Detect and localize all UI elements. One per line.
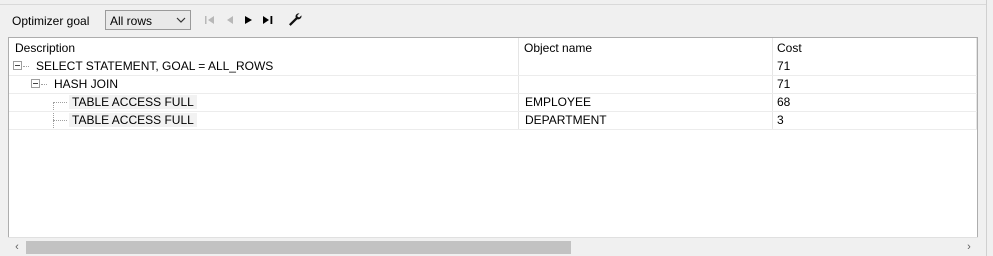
execution-plan-tree[interactable]: Description Object name Cost SELECT STAT… bbox=[8, 37, 978, 256]
column-header: Description Object name Cost bbox=[9, 38, 977, 57]
scroll-right-icon[interactable]: › bbox=[964, 241, 974, 253]
plan-cost: 68 bbox=[777, 95, 791, 109]
next-icon[interactable] bbox=[242, 14, 256, 26]
column-description-header[interactable]: Description bbox=[15, 41, 75, 55]
tree-connector bbox=[41, 84, 47, 85]
scroll-left-icon[interactable]: ‹ bbox=[12, 241, 22, 253]
plan-cost: 71 bbox=[777, 59, 791, 73]
tree-connector bbox=[53, 102, 67, 103]
explain-plan-toolbar: Optimizer goal All rows bbox=[0, 5, 987, 37]
window-right-edge bbox=[986, 0, 993, 256]
plan-row[interactable]: TABLE ACCESS FULL EMPLOYEE 68 bbox=[9, 93, 977, 112]
plan-description: TABLE ACCESS FULL bbox=[69, 113, 197, 127]
plan-object-name: DEPARTMENT bbox=[525, 113, 607, 127]
optimizer-goal-value: All rows bbox=[110, 14, 153, 28]
plan-row[interactable]: SELECT STATEMENT, GOAL = ALL_ROWS 71 bbox=[9, 57, 977, 76]
scrollbar-thumb[interactable] bbox=[26, 241, 571, 254]
plan-row[interactable]: HASH JOIN 71 bbox=[9, 75, 977, 94]
horizontal-scrollbar[interactable]: ‹ › bbox=[8, 237, 978, 256]
plan-description: TABLE ACCESS FULL bbox=[69, 95, 197, 109]
plan-row[interactable]: TABLE ACCESS FULL DEPARTMENT 3 bbox=[9, 111, 977, 130]
column-object-name-header[interactable]: Object name bbox=[524, 41, 592, 55]
plan-description: HASH JOIN bbox=[54, 77, 119, 91]
tree-connector bbox=[53, 120, 67, 121]
plan-cost: 3 bbox=[777, 113, 784, 127]
plan-cost: 71 bbox=[777, 77, 791, 91]
first-icon[interactable] bbox=[203, 14, 217, 26]
previous-icon[interactable] bbox=[223, 14, 237, 26]
collapse-icon[interactable] bbox=[13, 61, 22, 70]
plan-object-name: EMPLOYEE bbox=[525, 95, 592, 109]
optimizer-goal-select[interactable]: All rows bbox=[105, 10, 191, 30]
last-icon[interactable] bbox=[261, 14, 275, 26]
plan-description: SELECT STATEMENT, GOAL = ALL_ROWS bbox=[36, 59, 274, 73]
wrench-icon[interactable] bbox=[287, 12, 303, 27]
chevron-down-icon bbox=[176, 17, 186, 23]
optimizer-goal-label: Optimizer goal bbox=[12, 14, 90, 28]
collapse-icon[interactable] bbox=[31, 79, 40, 88]
column-cost-header[interactable]: Cost bbox=[777, 41, 802, 55]
tree-connector bbox=[23, 66, 29, 67]
